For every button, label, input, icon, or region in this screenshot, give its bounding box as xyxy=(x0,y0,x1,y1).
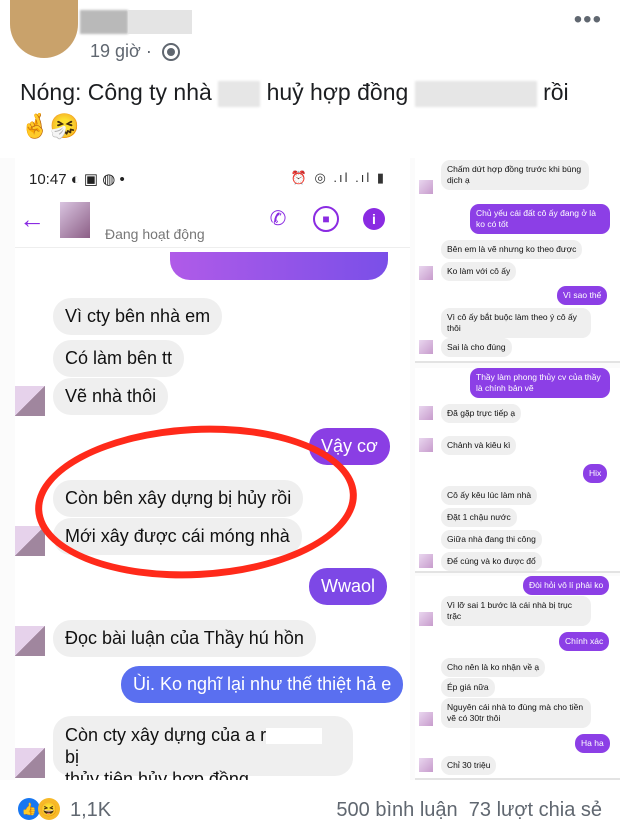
more-options-icon[interactable]: ••• xyxy=(574,6,602,34)
caption-redaction-2 xyxy=(414,80,537,107)
post-time[interactable]: 19 giờ · xyxy=(90,41,152,62)
side-message: Ép giá nữa xyxy=(441,678,495,697)
side-message: Giữa nhà đang thi công xyxy=(441,530,542,549)
message-text: thủy tiên hủy hợp đồng xyxy=(65,769,249,780)
side-screenshot-3: Đòi hỏi vô lí phải ko Vì lỡ sai 1 bước l… xyxy=(415,576,620,780)
caption-part-2: huỷ hợp đồng xyxy=(266,79,409,105)
video-call-icon: ■ xyxy=(313,206,339,232)
like-reaction-icon[interactable]: 👍 xyxy=(18,798,40,820)
side-message: Chảnh và kiêu kì xyxy=(441,436,517,455)
side-message: Bên em là vẽ nhưng ko theo được xyxy=(441,240,583,259)
back-arrow-icon: ← xyxy=(19,204,45,234)
phone-call-icon: ✆ xyxy=(269,208,287,230)
side-message: Thầy làm phong thủy cv của thầy là chính… xyxy=(470,368,610,398)
side-message: Để cúng và ko được đổ xyxy=(441,552,542,571)
side-message: Vì cô ấy bắt buộc làm theo ý cô ấy thôi xyxy=(441,308,591,338)
contact-avatar xyxy=(60,202,90,238)
side-message: Nguyên cái nhà to đùng mà cho tiền vẽ có… xyxy=(441,698,591,728)
side-message: Sai là cho đúng xyxy=(441,338,512,357)
side-message: Chấm dứt hợp đồng trước khi bùng dịch ạ xyxy=(441,160,589,190)
status-bar-time: 10:47 ◐ ▣ ◍ • xyxy=(29,171,125,188)
side-message: Hix xyxy=(583,464,608,483)
side-message: Chủ yếu cái đất cô ấy đang ở là ko có tố… xyxy=(470,204,610,234)
side-message: Chỉ 30 triệu xyxy=(441,756,497,775)
side-message: Ha ha xyxy=(575,734,610,753)
status-bar-icons: ⏰ ◎ .ıl .ıl ▮ xyxy=(290,170,386,185)
sender-avatar xyxy=(15,386,45,416)
sender-avatar xyxy=(15,626,45,656)
side-message: Cho nên là ko nhận về ạ xyxy=(441,658,546,677)
author-avatar[interactable] xyxy=(10,0,78,58)
globe-icon xyxy=(162,43,180,61)
sender-avatar xyxy=(419,340,433,354)
message-incoming: Vẽ nhà thôi xyxy=(53,378,169,415)
sender-avatar xyxy=(419,406,433,420)
attached-screenshot[interactable]: 10:47 ◐ ▣ ◍ • ⏰ ◎ .ıl .ıl ▮ ← Đang hoạt … xyxy=(0,158,620,780)
post-caption: Nóng: Công ty nhà huỷ hợp đồng rồi xyxy=(20,78,569,107)
sender-avatar xyxy=(419,266,433,280)
caption-emojis: 🤞🤧 xyxy=(20,113,80,140)
post-footer: 👍 😆 1,1K 500 bình luận 73 lượt chia sẻ xyxy=(0,790,620,840)
sender-avatar xyxy=(419,758,433,772)
caption-part-3: rồi xyxy=(543,79,569,105)
caption-redaction-1 xyxy=(218,80,261,107)
author-name-redacted-2[interactable] xyxy=(128,10,192,34)
message-text: bị xyxy=(65,747,80,767)
side-message: Vì sao thế xyxy=(557,286,608,305)
caption-part-1: Nóng: Công ty nhà xyxy=(20,79,212,105)
message-incoming: Có làm bên tt xyxy=(53,340,185,377)
haha-reaction-icon[interactable]: 😆 xyxy=(38,798,60,820)
sender-avatar xyxy=(419,554,433,568)
outgoing-bubble-partial xyxy=(170,252,388,280)
side-message: Đã gặp trực tiếp ạ xyxy=(441,404,522,423)
side-message: Chính xác xyxy=(559,632,610,651)
sender-avatar xyxy=(419,612,433,626)
sender-avatar xyxy=(419,438,433,452)
post-header: 19 giờ · ••• xyxy=(0,0,620,70)
message-incoming: Còn cty xây dựng của a r bị thủy tiên hủ… xyxy=(53,716,353,780)
reaction-count[interactable]: 1,1K xyxy=(70,799,111,822)
info-icon: i xyxy=(363,208,385,230)
side-message: Đòi hỏi vô lí phải ko xyxy=(523,576,610,595)
side-screenshot-2: Thầy làm phong thủy cv của thầy là chính… xyxy=(415,368,620,573)
message-text: Còn cty xây dựng của a r xyxy=(65,725,267,745)
message-outgoing: Ùi. Ko nghĩ lại như thế thiệt hả e xyxy=(121,666,404,703)
shares-count[interactable]: 73 lượt chia sẻ xyxy=(469,799,602,821)
messenger-screenshot: 10:47 ◐ ▣ ◍ • ⏰ ◎ .ıl .ıl ▮ ← Đang hoạt … xyxy=(15,158,410,780)
side-message: Đặt 1 chậu nước xyxy=(441,508,517,527)
sender-avatar xyxy=(15,748,45,778)
side-message: Ko làm với cô ấy xyxy=(441,262,517,281)
message-outgoing: Wwaol xyxy=(309,568,388,605)
side-screenshot-1: Chấm dứt hợp đồng trước khi bùng dịch ạ … xyxy=(415,158,620,363)
side-message: Cô ấy kêu lúc làm nhà xyxy=(441,486,538,505)
active-status: Đang hoạt động xyxy=(105,226,205,242)
sender-avatar xyxy=(15,526,45,556)
message-redaction xyxy=(266,728,323,745)
sender-avatar xyxy=(419,712,433,726)
comments-count[interactable]: 500 bình luận xyxy=(336,799,457,821)
message-incoming: Vì cty bên nhà em xyxy=(53,298,223,335)
message-incoming: Đọc bài luận của Thầy hú hồn xyxy=(53,620,316,657)
author-name-redacted[interactable] xyxy=(80,10,128,34)
sender-avatar xyxy=(419,180,433,194)
post-stats: 500 bình luận 73 lượt chia sẻ xyxy=(336,799,602,822)
side-message: Vì lỡ sai 1 bước là cái nhà bị trục trặc xyxy=(441,596,591,626)
messenger-header: ← Đang hoạt động ✆ ■ i xyxy=(15,196,410,248)
